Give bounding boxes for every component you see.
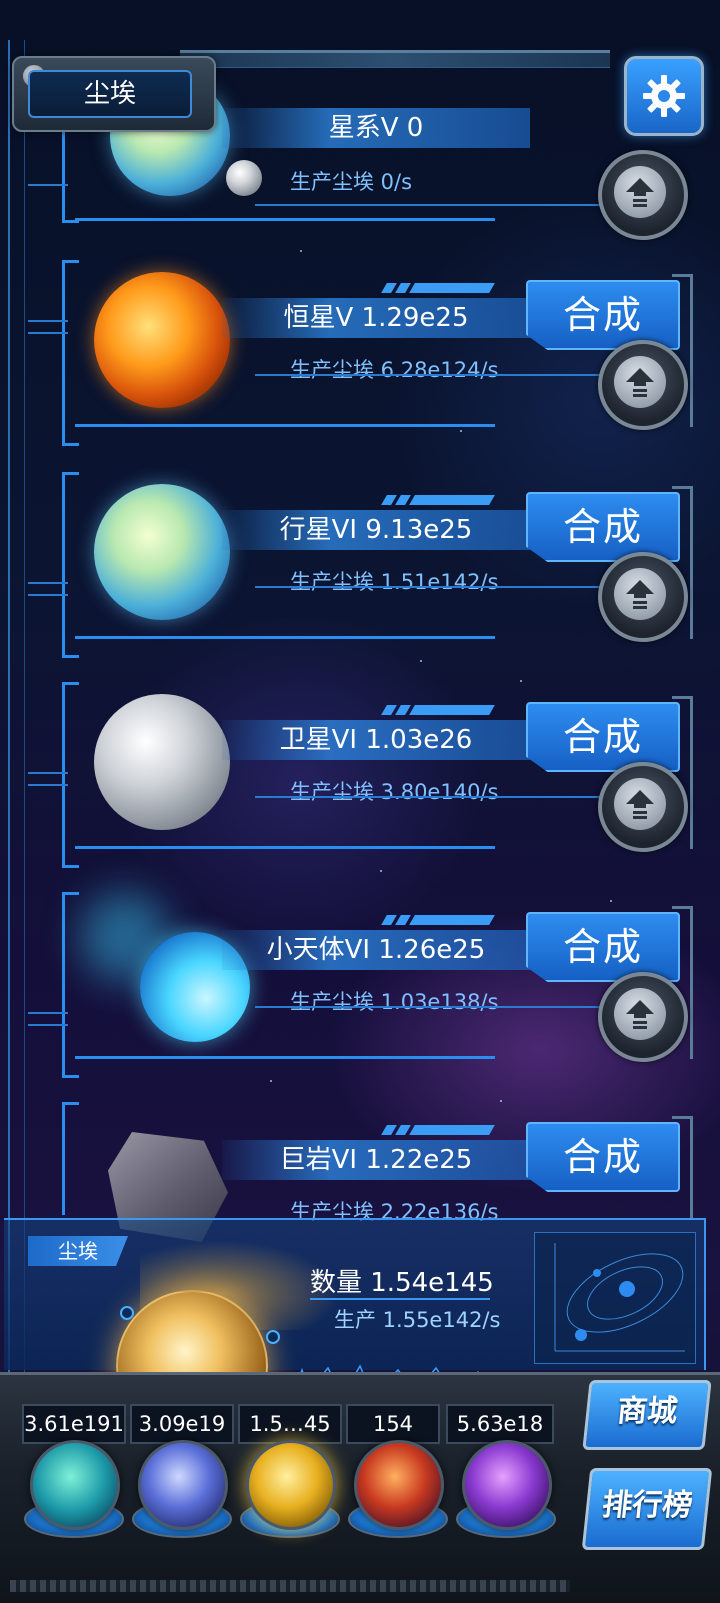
header-bar [180, 50, 610, 68]
item-production: 生产尘埃 0/s [290, 170, 413, 194]
planet-sprite [94, 484, 230, 620]
tab-brain[interactable] [354, 1440, 444, 1530]
row-bracket [62, 1102, 79, 1215]
item-production: 生产尘埃 6.28e124/s [290, 358, 499, 382]
connector-dot [120, 1306, 134, 1320]
divider [255, 796, 605, 798]
upgrade-arrow-icon [626, 1000, 654, 1029]
moon-sprite [94, 694, 230, 830]
circuit-line [28, 1024, 68, 1026]
item-name: 小天体VI 1.26e25 [222, 930, 530, 970]
upgrade-arrow-icon [626, 178, 654, 207]
title-badge: 尘埃 [12, 56, 216, 132]
settings-gear-icon [643, 75, 685, 117]
circuit-line [28, 582, 68, 584]
decor-stripes [381, 910, 512, 925]
decor-stripes [381, 490, 512, 505]
circuit-line [28, 784, 68, 786]
upgrade-arrow-icon [626, 368, 654, 397]
upgrade-button[interactable] [598, 552, 688, 642]
orbit-diagram [534, 1232, 696, 1364]
decor-stripes [381, 1120, 512, 1135]
settings-button[interactable] [624, 56, 704, 136]
resource-counter-2: 3.09e19 [130, 1404, 234, 1444]
row-bracket [62, 260, 79, 446]
item-production: 生产尘埃 1.03e138/s [290, 990, 499, 1014]
item-row-comet: 小天体VI 1.26e25 生产尘埃 1.03e138/s 合成 [0, 882, 720, 1082]
merge-button[interactable]: 合成 [526, 280, 680, 350]
item-row-planet: 行星VI 9.13e25 生产尘埃 1.51e142/s 合成 [0, 462, 720, 662]
ranking-button[interactable]: 排行榜 [581, 1468, 713, 1550]
divider [255, 204, 605, 206]
upgrade-arrow-icon [626, 790, 654, 819]
upgrade-button[interactable] [598, 762, 688, 852]
dust-quantity: 数量 1.54e145 [310, 1268, 494, 1298]
item-production: 生产尘埃 3.80e140/s [290, 780, 499, 804]
circuit-line [28, 1012, 68, 1014]
item-name: 巨岩VI 1.22e25 [222, 1140, 530, 1180]
upgrade-button[interactable] [598, 972, 688, 1062]
item-production: 生产尘埃 1.51e142/s [290, 570, 499, 594]
decor-stripes [381, 700, 512, 715]
item-name: 星系V 0 [222, 108, 530, 148]
circuit-line [28, 332, 68, 334]
divider [75, 424, 495, 427]
row-bracket [62, 130, 79, 223]
item-row-star: 恒星V 1.29e25 生产尘埃 6.28e124/s 合成 [0, 250, 720, 450]
divider [75, 1056, 495, 1059]
merge-button[interactable]: 合成 [526, 912, 680, 982]
tab-blackhole[interactable] [462, 1440, 552, 1530]
row-frame [672, 1116, 693, 1219]
small-moon-sprite [226, 160, 262, 196]
divider [75, 636, 495, 639]
resource-counter-4: 154 [346, 1404, 440, 1444]
connector-dot [266, 1330, 280, 1344]
resource-counter-1: 3.61e191 [22, 1404, 126, 1444]
tab-molecule[interactable] [30, 1440, 120, 1530]
resource-counter-3: 1.5…45 [238, 1404, 342, 1444]
upgrade-arrow-icon [626, 580, 654, 609]
dust-production: 生产 1.55e142/s [334, 1308, 501, 1332]
divider [255, 374, 605, 376]
upgrade-button[interactable] [598, 150, 688, 240]
item-row-moon: 卫星VI 1.03e26 生产尘埃 3.80e140/s 合成 [0, 672, 720, 872]
divider [255, 586, 605, 588]
merge-button[interactable]: 合成 [526, 492, 680, 562]
circuit-line [28, 594, 68, 596]
merge-button[interactable]: 合成 [526, 702, 680, 772]
divider [75, 218, 495, 221]
item-name: 行星VI 9.13e25 [222, 510, 530, 550]
circuit-line [28, 772, 68, 774]
tab-dust[interactable] [246, 1440, 336, 1530]
row-bracket [62, 472, 79, 658]
decor-stripes [381, 278, 512, 293]
dock-grille [10, 1580, 570, 1592]
divider [310, 1298, 490, 1300]
divider [255, 1006, 605, 1008]
page-title: 尘埃 [28, 70, 192, 118]
star-sprite [94, 272, 230, 408]
item-name: 卫星VI 1.03e26 [222, 720, 530, 760]
upgrade-button[interactable] [598, 340, 688, 430]
item-name: 恒星V 1.29e25 [222, 298, 530, 338]
circuit-line [28, 184, 68, 186]
row-bracket [62, 682, 79, 868]
resource-counter-5: 5.63e18 [446, 1404, 554, 1444]
shop-button[interactable]: 商城 [582, 1380, 712, 1450]
circuit-line [28, 320, 68, 322]
row-bracket [62, 892, 79, 1078]
divider [75, 846, 495, 849]
merge-button[interactable]: 合成 [526, 1122, 680, 1192]
summary-tag: 尘埃 [28, 1236, 128, 1266]
tab-energy[interactable] [138, 1440, 228, 1530]
